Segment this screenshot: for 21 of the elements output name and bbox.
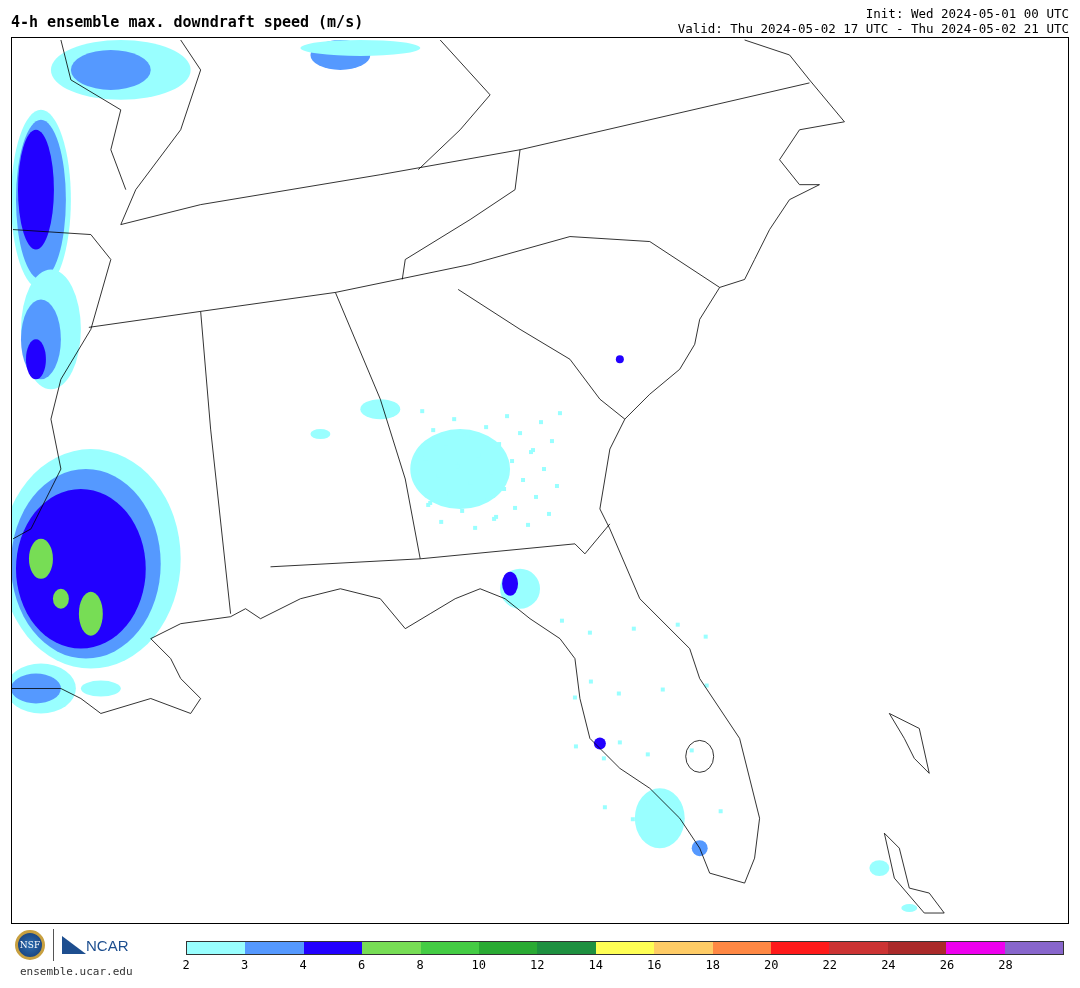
colorbar-tick-label: 2	[182, 958, 190, 972]
colorbar-tick-label: 16	[647, 958, 662, 972]
colorbar-tick-label: 6	[358, 958, 366, 972]
colorbar-tick-label: 10	[471, 958, 486, 972]
colorbar-tick-label: 28	[998, 958, 1013, 972]
colorbar-tick-label: 14	[588, 958, 603, 972]
colorbar-tick-label: 3	[240, 958, 249, 972]
colorbar-tick-label: 18	[705, 958, 720, 972]
init-time: Init: Wed 2024-05-01 00 UTC	[865, 6, 1069, 21]
colorbar-tick-label: 12	[529, 958, 545, 972]
nsf-logo: NSF	[15, 930, 45, 960]
colorbar-tick-label: 20	[764, 958, 779, 972]
colorbar-tick-label: 22	[822, 958, 838, 972]
colorbar-tick-label: 8	[416, 958, 424, 972]
chart-title: 4-h ensemble max. downdraft speed (m/s)	[11, 13, 364, 31]
colorbar-tick-label: 4	[299, 958, 307, 972]
colorbar-tick-label: 26	[939, 958, 955, 972]
site-url: ensemble.ucar.edu	[20, 965, 133, 978]
colorbar-tick-label: 24	[881, 958, 896, 972]
ncar-logo: NCAR	[62, 936, 129, 954]
valid-time: Valid: Thu 2024-05-02 17 UTC - Thu 2024-05-02 21 UTC	[677, 21, 1069, 36]
